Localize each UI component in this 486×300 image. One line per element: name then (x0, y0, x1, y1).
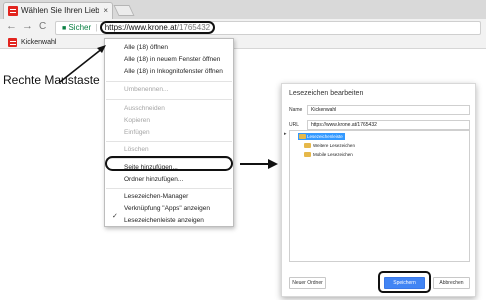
folder-icon (304, 152, 311, 157)
edit-bookmark-dialog: Lesezeichen bearbeiten Name Kickenwahl U… (281, 83, 476, 297)
folder-label: Mobile Lesezeichen (313, 152, 353, 157)
folder-icon (299, 134, 306, 139)
url-field[interactable]: https://www.krone.at/1765432 (307, 120, 470, 130)
folder-label: Lesezeichenleiste (307, 134, 343, 139)
name-field[interactable]: Kickenwahl (307, 105, 470, 115)
folder-tree: Lesezeichenleiste Weitere Lesezeichen Mo… (289, 130, 470, 262)
dialog-title: Lesezeichen bearbeiten (289, 90, 364, 97)
folder-other-bookmarks[interactable]: Weitere Lesezeichen (304, 142, 355, 149)
folder-icon (304, 143, 311, 148)
cancel-button[interactable]: Abbrechen (433, 277, 470, 289)
folder-mobile-bookmarks[interactable]: Mobile Lesezeichen (304, 151, 353, 158)
folder-bookmarks-bar[interactable]: Lesezeichenleiste (298, 133, 345, 140)
arrow-to-bookmark (59, 47, 104, 83)
folder-label: Weitere Lesezeichen (313, 143, 355, 148)
save-highlight (378, 271, 431, 293)
url-label: URL (289, 122, 300, 128)
name-label: Name (289, 107, 303, 113)
arrow-to-dialog-head (268, 159, 278, 169)
new-folder-button[interactable]: Neuer Ordner (289, 277, 326, 289)
expand-arrow-icon[interactable]: ▸ (284, 131, 287, 137)
